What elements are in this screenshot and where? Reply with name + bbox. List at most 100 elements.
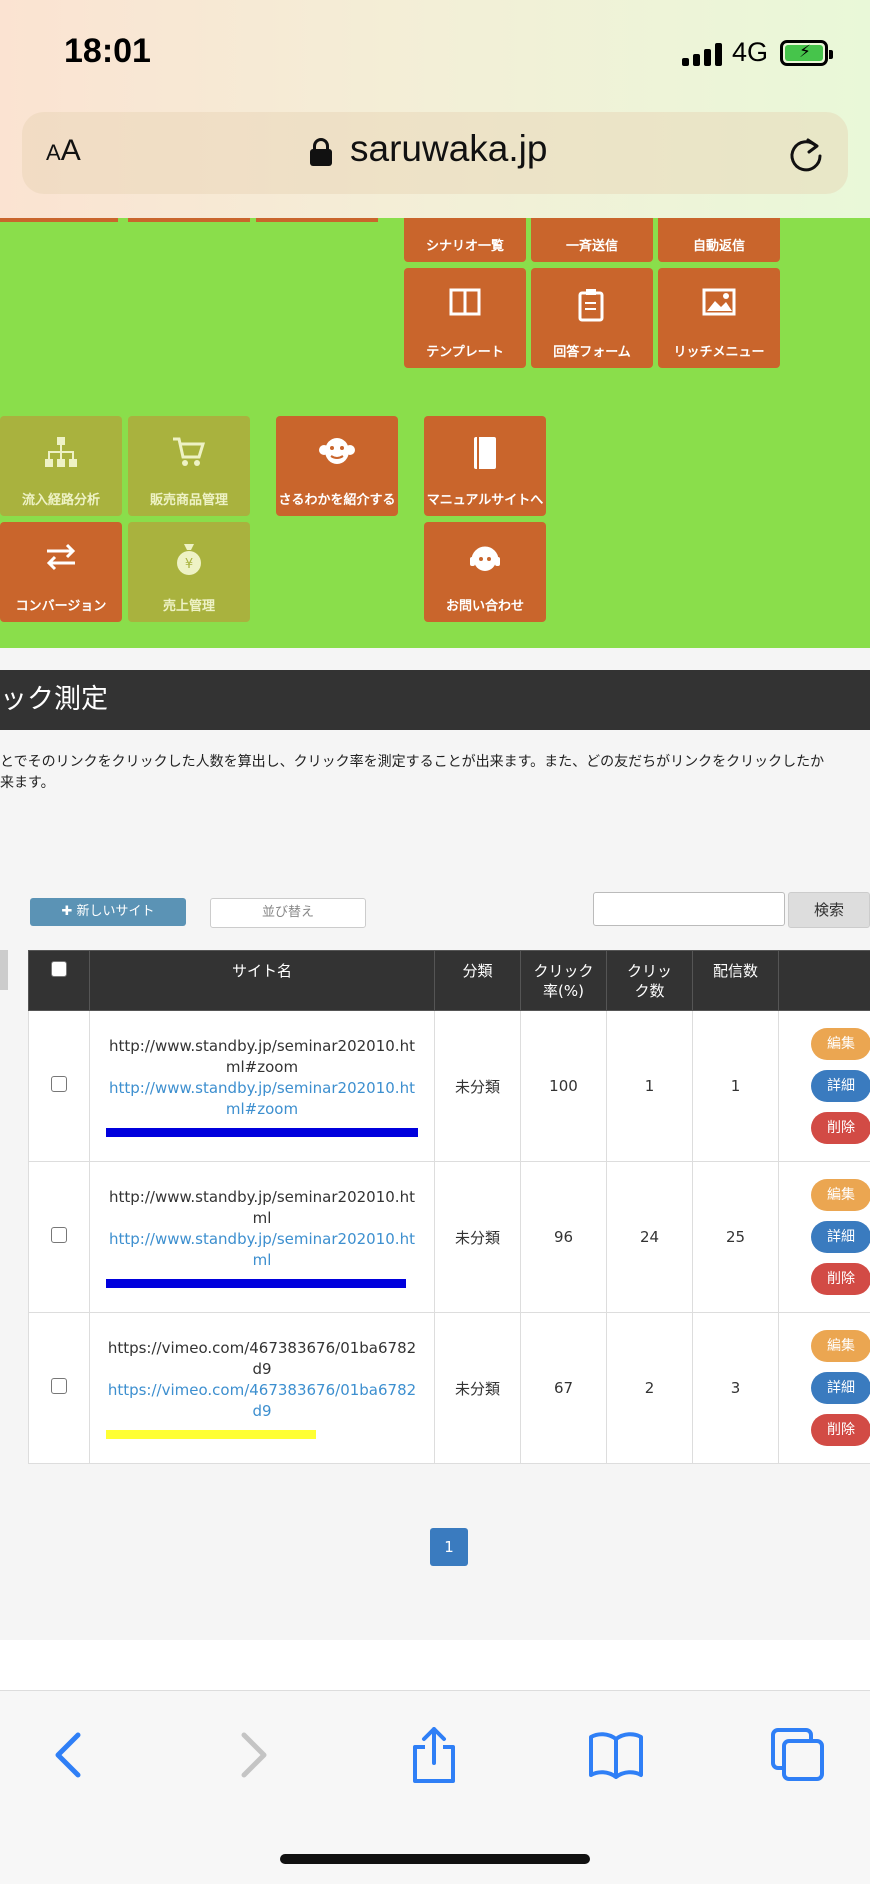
header-click-rate: クリック率(%) (520, 950, 607, 1011)
tile-scenario-list[interactable]: シナリオ一覧 (404, 218, 526, 262)
svg-text:¥: ¥ (185, 557, 193, 572)
book-closed-icon (474, 437, 496, 469)
deliveries-cell: 1 (692, 1010, 779, 1162)
tile-product-management[interactable]: 販売商品管理 (128, 416, 250, 516)
highlight-bar (106, 1429, 316, 1439)
header-deliveries: 配信数 (692, 950, 779, 1011)
site-title: http://www.standby.jp/seminar202010.html… (109, 1036, 415, 1076)
category-cell: 未分類 (434, 1161, 521, 1313)
actions-cell: 編集 詳細 削除 (778, 1161, 870, 1313)
detail-button[interactable]: 詳細 (811, 1372, 870, 1404)
bookmarks-icon[interactable] (588, 1727, 644, 1783)
image-icon (702, 288, 736, 316)
row-checkbox[interactable] (51, 1227, 67, 1243)
share-icon[interactable] (406, 1727, 462, 1783)
tile-label: テンプレート (426, 345, 504, 360)
edit-button[interactable]: 編集 (811, 1028, 870, 1060)
network-type: 4G (732, 37, 769, 67)
row-checkbox[interactable] (51, 1378, 67, 1394)
site-cell: https://vimeo.com/467383676/01ba6782d9 h… (89, 1312, 435, 1464)
tile-answer-form[interactable]: 回答フォーム (531, 268, 653, 368)
edit-button[interactable]: 編集 (811, 1179, 870, 1211)
table-row: http://www.standby.jp/seminar202010.html… (28, 1161, 870, 1313)
reload-icon[interactable] (786, 134, 826, 174)
clicks-cell: 1 (606, 1010, 693, 1162)
home-indicator (280, 1854, 590, 1864)
plus-icon: ✚ (61, 904, 77, 919)
header-site: サイト名 (89, 950, 435, 1011)
pagination-page-1[interactable]: 1 (430, 1528, 468, 1566)
forward-icon[interactable] (224, 1727, 280, 1783)
swap-icon (46, 543, 76, 571)
tile-conversion[interactable]: コンバージョン (0, 522, 122, 622)
site-link[interactable]: http://www.standby.jp/seminar202010.html (104, 1229, 420, 1271)
tile-label: 一斉送信 (565, 239, 618, 254)
sort-button[interactable]: 並び替え (210, 898, 366, 928)
select-all-cell (28, 950, 90, 1011)
tile-manual-site[interactable]: マニュアルサイトへ (424, 416, 546, 516)
header-clicks: クリック数 (606, 950, 693, 1011)
category-cell: 未分類 (434, 1312, 521, 1464)
signal-icon (682, 42, 722, 66)
new-site-button[interactable]: ✚ 新しいサイト (30, 898, 186, 926)
detail-button[interactable]: 詳細 (811, 1221, 870, 1253)
row-select-cell (28, 1312, 90, 1464)
site-title: http://www.standby.jp/seminar202010.html (109, 1187, 415, 1227)
sitemap-icon (45, 437, 77, 467)
page-description: とでそのリンクをクリックした人数を算出し、クリック率を測定することが出来ます。ま… (0, 752, 870, 794)
delete-button[interactable]: 削除 (811, 1112, 870, 1144)
delete-button[interactable]: 削除 (811, 1263, 870, 1295)
actions-cell: 編集 詳細 削除 (778, 1010, 870, 1162)
site-link[interactable]: http://www.standby.jp/seminar202010.html… (104, 1078, 420, 1120)
tile-rich-menu[interactable]: リッチメニュー (658, 268, 780, 368)
search-button[interactable]: 検索 (788, 892, 870, 928)
tile-template[interactable]: テンプレート (404, 268, 526, 368)
tile-contact[interactable]: お問い合わせ (424, 522, 546, 622)
row-select-cell (28, 1161, 90, 1313)
tile-inflow-analysis[interactable]: 流入経路分析 (0, 416, 122, 516)
deliveries-cell: 25 (692, 1161, 779, 1313)
tile-broadcast[interactable]: 一斉送信 (531, 218, 653, 262)
header-category: 分類 (434, 950, 521, 1011)
actions-cell: 編集 詳細 削除 (778, 1312, 870, 1464)
rate-cell: 67 (520, 1312, 607, 1464)
rate-cell: 100 (520, 1010, 607, 1162)
tile-sales-management[interactable]: ¥ 売上管理 (128, 522, 250, 622)
tabs-icon[interactable] (770, 1727, 826, 1783)
clicks-cell: 2 (606, 1312, 693, 1464)
footer-band (0, 1640, 870, 1690)
tile-label: さるわかを紹介する (278, 493, 396, 508)
text-size-label: A (60, 134, 81, 167)
tile-label: マニュアルサイトへ (426, 493, 544, 508)
battery-icon: ⚡ (780, 40, 833, 66)
category-cell: 未分類 (434, 1010, 521, 1162)
select-all-checkbox[interactable] (51, 961, 67, 977)
search-input[interactable] (593, 892, 785, 926)
site-title: https://vimeo.com/467383676/01ba6782d9 (107, 1338, 417, 1378)
delete-button[interactable]: 削除 (811, 1414, 870, 1446)
description-line: 来ます。 (0, 775, 55, 791)
tile-auto-reply[interactable]: 自動返信 (658, 218, 780, 262)
status-time: 18:01 (64, 32, 151, 70)
tile-label: 自動返信 (692, 239, 745, 254)
row-checkbox[interactable] (51, 1076, 67, 1092)
tile-label: 回答フォーム (553, 345, 631, 360)
tile-stub (256, 218, 378, 222)
back-icon[interactable] (42, 1727, 98, 1783)
clicks-cell: 24 (606, 1161, 693, 1313)
rate-cell: 96 (520, 1161, 607, 1313)
url-domain[interactable]: saruwaka.jp (350, 128, 547, 170)
text-size-button[interactable]: AA (46, 134, 81, 168)
tile-label: お問い合わせ (445, 599, 524, 614)
tile-refer[interactable]: さるわかを紹介する (276, 416, 398, 516)
tile-label: 流入経路分析 (21, 493, 100, 508)
edit-button[interactable]: 編集 (811, 1330, 870, 1362)
url-bar[interactable]: AA saruwaka.jp (22, 112, 848, 194)
tile-label: シナリオ一覧 (425, 239, 504, 254)
site-link[interactable]: https://vimeo.com/467383676/01ba6782d9 (104, 1380, 420, 1422)
detail-button[interactable]: 詳細 (811, 1070, 870, 1102)
highlight-bar (106, 1127, 418, 1137)
clipboard-icon (578, 289, 604, 322)
tile-stub (0, 218, 118, 222)
tile-stub (128, 218, 250, 222)
